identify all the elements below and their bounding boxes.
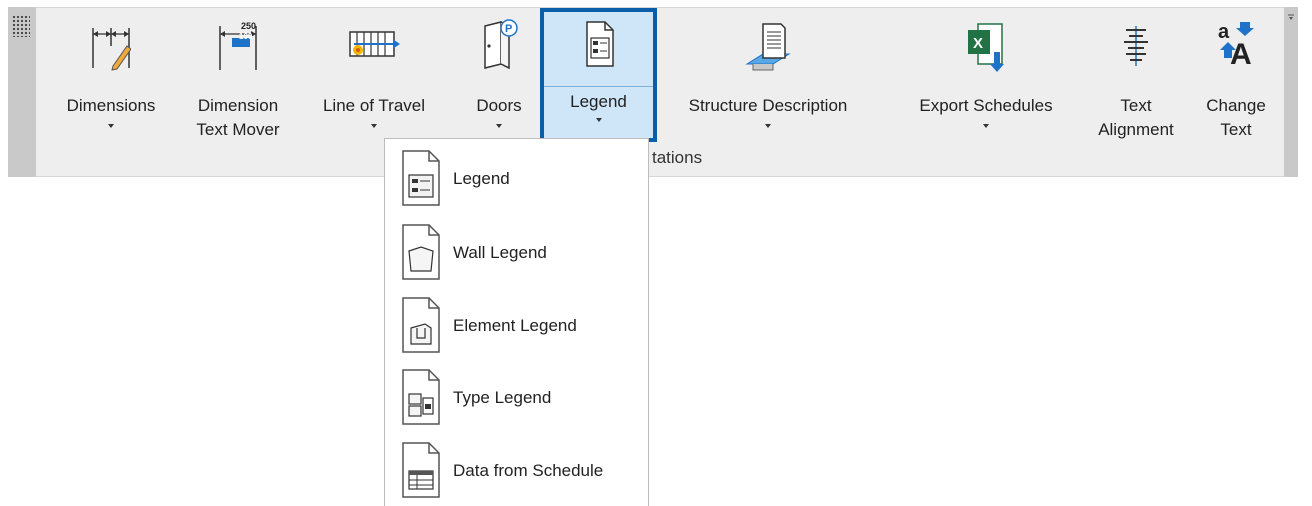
menu-item-wall-legend[interactable]: Wall Legend bbox=[385, 223, 648, 285]
export-schedules-label: Export Schedules bbox=[919, 96, 1053, 115]
doors-button[interactable]: P Doors bbox=[460, 12, 538, 142]
change-text-button[interactable]: a A Change Text bbox=[1192, 12, 1280, 142]
panel-title: tations bbox=[652, 148, 703, 167]
wall-legend-icon bbox=[402, 224, 440, 280]
change-text-label-1: Change bbox=[1206, 96, 1266, 115]
dimension-text-mover-label-1: Dimension bbox=[197, 96, 279, 115]
line-of-travel-icon bbox=[349, 31, 400, 57]
change-text-icon: a A bbox=[1218, 21, 1254, 71]
dimension-text-mover-label-2: Text Mover bbox=[196, 120, 280, 139]
dimension-tag-bottom: 100 bbox=[239, 32, 253, 41]
text-alignment-label-2: Alignment bbox=[1098, 120, 1174, 139]
change-text-label-2: Text bbox=[1220, 120, 1252, 139]
line-of-travel-button[interactable]: Line of Travel bbox=[310, 12, 438, 142]
legend-button[interactable]: Legend bbox=[540, 8, 657, 142]
panel-grip[interactable] bbox=[8, 7, 36, 177]
menu-item-data-from-schedule[interactable]: Data from Schedule bbox=[385, 441, 648, 503]
menu-item-element-legend[interactable]: Element Legend bbox=[385, 296, 648, 358]
menu-item-label: Wall Legend bbox=[453, 243, 547, 262]
change-text-small-glyph: a bbox=[1218, 21, 1230, 43]
menu-item-legend[interactable]: Legend bbox=[385, 149, 648, 211]
line-of-travel-label: Line of Travel bbox=[322, 96, 426, 115]
export-schedules-button[interactable]: X Export Schedules bbox=[900, 12, 1072, 142]
chevron-down-icon[interactable] bbox=[595, 118, 602, 122]
excel-badge: X bbox=[973, 35, 983, 52]
text-alignment-button[interactable]: Text Alignment bbox=[1088, 12, 1184, 142]
structure-description-button[interactable]: Structure Description bbox=[664, 12, 872, 142]
chevron-down-icon bbox=[496, 124, 502, 128]
structure-description-label: Structure Description bbox=[688, 96, 848, 115]
text-alignment-label-1: Text bbox=[1120, 96, 1152, 115]
text-alignment-icon bbox=[1124, 26, 1148, 66]
pin-icon[interactable] bbox=[1287, 14, 1295, 24]
data-from-schedule-icon bbox=[402, 442, 440, 498]
menu-item-label: Type Legend bbox=[453, 388, 552, 407]
menu-item-label: Data from Schedule bbox=[453, 461, 604, 480]
grip-dots-icon bbox=[12, 15, 30, 37]
dimension-text-mover-button[interactable]: 250 100 Dimension Text Mover bbox=[178, 12, 298, 142]
dimensions-button[interactable]: Dimensions bbox=[53, 12, 169, 142]
legend-icon bbox=[585, 21, 614, 67]
structure-description-icon bbox=[745, 23, 791, 71]
element-legend-icon bbox=[402, 297, 440, 353]
menu-item-label: Legend bbox=[453, 169, 510, 188]
doors-badge: P bbox=[505, 23, 512, 35]
doors-label: Doors bbox=[476, 96, 522, 115]
chevron-down-icon bbox=[108, 124, 114, 128]
menu-item-type-legend[interactable]: Type Legend bbox=[385, 368, 648, 430]
type-legend-icon bbox=[402, 369, 440, 425]
panel-right-edge[interactable] bbox=[1284, 7, 1298, 177]
menu-item-label: Element Legend bbox=[453, 316, 577, 335]
doors-icon: P bbox=[484, 19, 518, 70]
legend-dropdown-menu: Legend Wall Legend Element Legend Type L… bbox=[384, 138, 649, 506]
chevron-down-icon bbox=[371, 124, 377, 128]
dimensions-label: Dimensions bbox=[66, 96, 156, 115]
change-text-big-glyph: A bbox=[1230, 38, 1252, 71]
chevron-down-icon bbox=[765, 124, 771, 128]
dimensions-icon bbox=[92, 28, 131, 71]
dimension-tag-top: 250 bbox=[241, 21, 257, 31]
split-divider bbox=[544, 86, 653, 87]
legend-icon bbox=[402, 150, 440, 206]
excel-export-icon: X bbox=[968, 23, 1004, 72]
chevron-down-icon bbox=[983, 124, 989, 128]
legend-label: Legend bbox=[570, 92, 627, 111]
